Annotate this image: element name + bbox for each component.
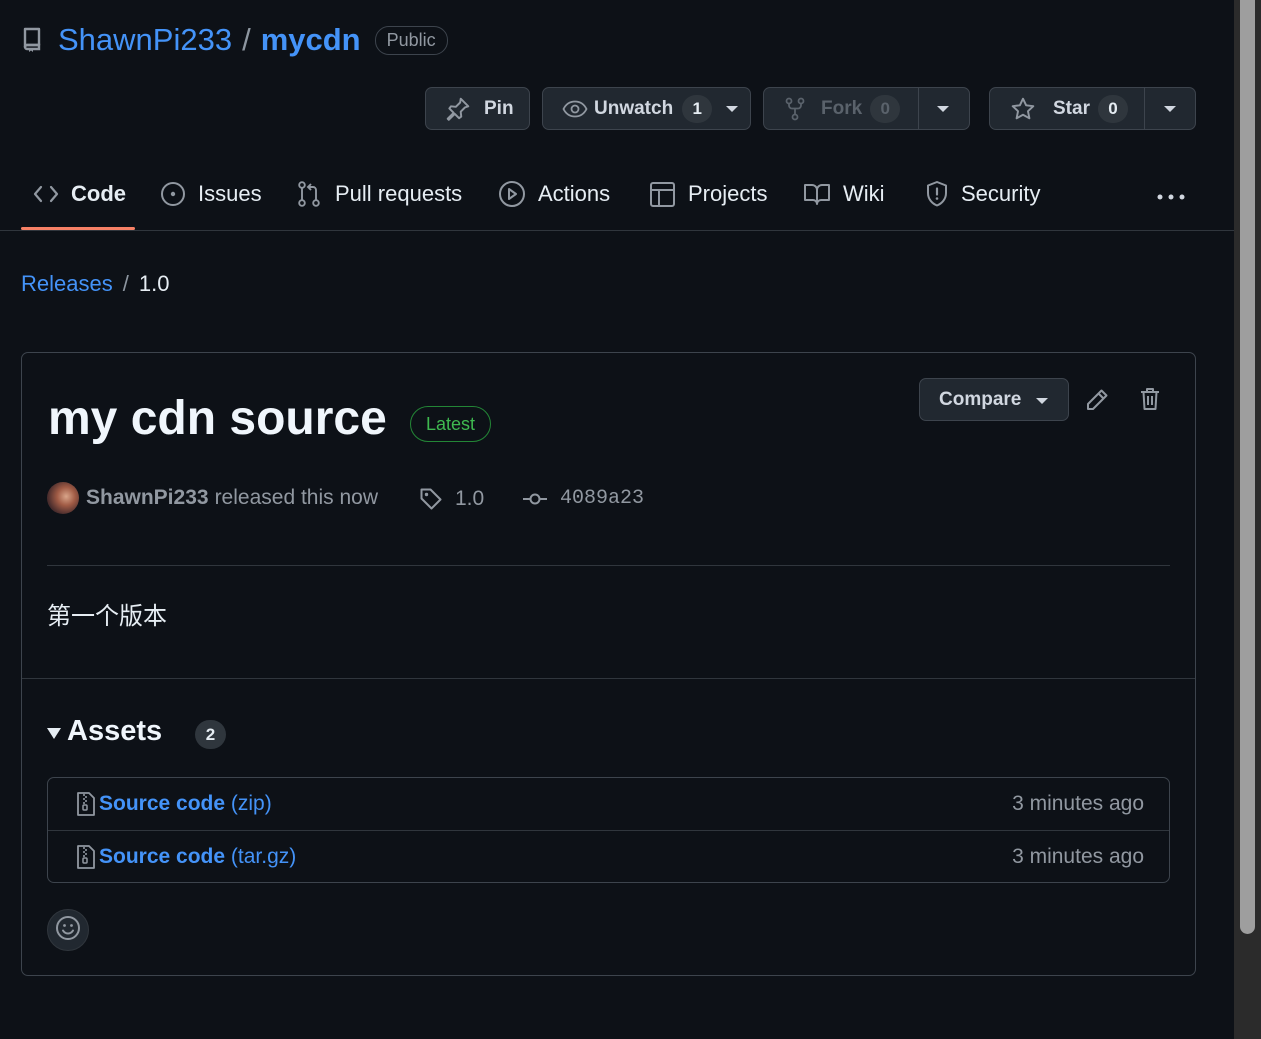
star-button[interactable]: Star 0	[989, 87, 1196, 130]
repo-owner-link[interactable]: ShawnPi233	[58, 22, 232, 58]
assets-count: 2	[195, 720, 226, 749]
more-icon[interactable]	[1157, 188, 1185, 206]
pin-label: Pin	[484, 97, 514, 119]
scrollbar[interactable]	[1234, 0, 1261, 1039]
breadcrumb: Releases / 1.0	[21, 271, 169, 297]
list-item: Source code (tar.gz) 3 minutes ago	[48, 830, 1169, 882]
file-zip-icon	[76, 791, 96, 822]
chevron-down-icon[interactable]	[937, 106, 949, 112]
release-notes: 第一个版本	[47, 602, 167, 630]
chevron-down-icon[interactable]	[1164, 106, 1176, 112]
avatar[interactable]	[47, 482, 79, 514]
tab-wiki[interactable]: Wiki	[803, 176, 885, 212]
releases-link[interactable]: Releases	[21, 271, 113, 297]
code-icon	[33, 184, 59, 204]
compare-button[interactable]: Compare	[919, 378, 1069, 421]
divider	[22, 678, 1195, 679]
commit-icon	[522, 491, 548, 507]
file-zip-icon	[76, 844, 96, 875]
fork-icon	[784, 97, 806, 121]
asset-download-link[interactable]: Source code (zip)	[99, 792, 272, 816]
tab-label: Wiki	[843, 181, 885, 206]
asset-download-link[interactable]: Source code (tar.gz)	[99, 845, 296, 869]
tab-label: Pull requests	[335, 181, 463, 206]
tab-code[interactable]: Code	[33, 176, 126, 212]
scrollbar-thumb[interactable]	[1240, 0, 1255, 934]
tag-label: 1.0	[455, 487, 485, 510]
pin-icon	[445, 96, 471, 122]
tab-label: Actions	[538, 181, 611, 206]
assets-toggle[interactable]: Assets 2	[47, 715, 226, 749]
release-commit[interactable]: 4089a23	[522, 487, 644, 510]
smiley-icon	[55, 915, 81, 946]
asset-ext: (tar.gz)	[230, 844, 297, 868]
release-action-text: released this now	[214, 486, 378, 509]
fork-count: 0	[870, 94, 901, 123]
breadcrumb-current: 1.0	[138, 271, 170, 296]
release-page: ShawnPi233 / mycdn Public Pin Unwatch 1 …	[0, 0, 1234, 1039]
assets-title: Assets	[67, 715, 163, 747]
add-reaction-button[interactable]	[47, 909, 89, 951]
book-icon	[803, 182, 831, 206]
repo-tabs: Code Issues Pull requests Actions Projec…	[0, 160, 1234, 231]
fork-split	[918, 88, 919, 129]
tab-label: Code	[71, 181, 126, 206]
list-item: Source code (zip) 3 minutes ago	[48, 778, 1169, 830]
pull-request-icon	[297, 180, 323, 208]
latest-badge: Latest	[410, 406, 492, 442]
shield-icon	[925, 180, 949, 208]
tab-label: Security	[961, 181, 1041, 206]
tab-issues[interactable]: Issues	[160, 176, 262, 212]
repo-name-link[interactable]: mycdn	[261, 22, 361, 58]
issue-icon	[160, 181, 186, 207]
repo-header: ShawnPi233 / mycdn Public	[22, 20, 448, 60]
author-link[interactable]: ShawnPi233	[86, 486, 209, 510]
tab-label: Issues	[198, 181, 262, 206]
repo-icon	[22, 26, 44, 54]
asset-name: Source code	[99, 844, 226, 868]
asset-time: 3 minutes ago	[1012, 844, 1144, 868]
table-icon	[649, 181, 676, 208]
star-split	[1144, 88, 1145, 129]
asset-ext: (zip)	[230, 792, 272, 815]
divider	[47, 565, 1170, 566]
tab-label: Projects	[688, 181, 768, 206]
compare-label: Compare	[939, 388, 1022, 410]
chevron-down-icon	[726, 105, 739, 112]
star-icon	[1010, 96, 1036, 122]
release-title: my cdn source	[48, 392, 387, 445]
unwatch-button[interactable]: Unwatch 1	[542, 87, 751, 130]
unwatch-label: Unwatch	[594, 97, 674, 119]
commit-sha: 4089a23	[560, 487, 645, 510]
release-meta: ShawnPi233 released this now	[47, 481, 378, 515]
breadcrumb-separator: /	[122, 271, 129, 296]
watch-count: 1	[682, 94, 713, 123]
eye-icon	[562, 99, 588, 119]
visibility-badge: Public	[374, 25, 448, 55]
pin-button[interactable]: Pin	[425, 87, 530, 130]
fork-label: Fork	[821, 97, 863, 119]
triangle-down-icon	[47, 728, 61, 739]
tab-actions[interactable]: Actions	[498, 176, 610, 212]
active-tab-underline	[21, 227, 135, 230]
star-label: Star	[1053, 97, 1090, 119]
play-icon	[498, 180, 526, 208]
repo-separator: /	[242, 22, 251, 57]
tab-projects[interactable]: Projects	[649, 176, 767, 212]
assets-list: Source code (zip) 3 minutes ago Source c…	[47, 777, 1170, 883]
tab-pull-requests[interactable]: Pull requests	[297, 176, 462, 212]
tab-security[interactable]: Security	[925, 176, 1040, 212]
chevron-down-icon	[1036, 398, 1048, 404]
release-card: my cdn source Latest Compare ShawnPi233 …	[21, 352, 1196, 976]
fork-button[interactable]: Fork 0	[763, 87, 970, 130]
trash-icon[interactable]	[1139, 386, 1161, 417]
asset-name: Source code	[99, 792, 226, 815]
asset-time: 3 minutes ago	[1012, 792, 1144, 815]
release-tag[interactable]: 1.0	[419, 487, 484, 511]
star-count: 0	[1097, 94, 1128, 123]
tag-icon	[419, 487, 443, 511]
pencil-icon[interactable]	[1084, 387, 1110, 418]
